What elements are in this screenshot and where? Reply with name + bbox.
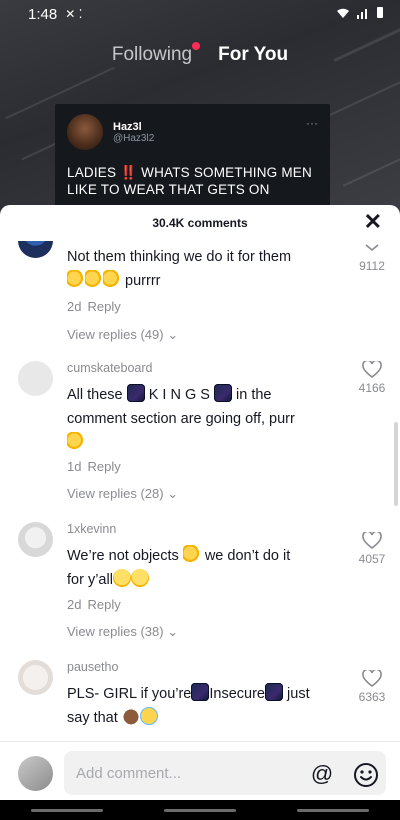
tweet-handle: @Haz3l2 bbox=[113, 132, 155, 144]
like-button[interactable]: 4057 bbox=[354, 532, 390, 566]
avatar[interactable] bbox=[18, 660, 53, 695]
winking-face-emoji-icon bbox=[112, 569, 131, 587]
nav-back-button[interactable] bbox=[297, 808, 370, 812]
avatar[interactable] bbox=[18, 361, 53, 396]
raised-hand-emoji-icon bbox=[121, 707, 140, 725]
heart-icon bbox=[362, 670, 382, 688]
close-button[interactable]: ✕ bbox=[364, 211, 382, 233]
comment-input-bar: Add comment... @ bbox=[0, 741, 400, 800]
heart-icon bbox=[365, 244, 379, 252]
tweet-text: LADIES ‼️ WHATS SOMETHING MEN LIKE TO WE… bbox=[67, 165, 312, 197]
more-icon: ··· bbox=[306, 116, 318, 130]
notification-icon: ✕ ⁚ bbox=[65, 7, 83, 21]
tab-for-you[interactable]: For You bbox=[218, 44, 288, 66]
clap-emoji-icon bbox=[182, 545, 201, 563]
feed-tabs: Following For You bbox=[0, 42, 400, 66]
chevron-down-icon: ⌄ bbox=[167, 327, 179, 342]
wifi-icon bbox=[336, 7, 350, 22]
like-button[interactable]: 4166 bbox=[354, 361, 390, 395]
clap-emoji-icon bbox=[103, 270, 121, 288]
tweet-avatar bbox=[67, 114, 103, 150]
tweet-screenshot: Haz3l @Haz3l2 ··· LADIES ‼️ WHATS SOMETH… bbox=[55, 104, 330, 215]
heart-icon bbox=[362, 532, 382, 550]
avatar bbox=[18, 756, 53, 791]
chevron-down-icon: ⌄ bbox=[167, 486, 179, 501]
comments-list: Not them thinking we do it for them purr… bbox=[0, 241, 400, 741]
like-count: 4166 bbox=[358, 381, 386, 395]
comment-text: All these K I N G S in the comment secti… bbox=[67, 383, 347, 455]
comment-meta: 2d Reply bbox=[67, 299, 121, 314]
reply-button[interactable]: Reply bbox=[87, 597, 120, 612]
clap-emoji-icon bbox=[85, 270, 103, 288]
avatar[interactable] bbox=[18, 241, 53, 258]
avatar[interactable] bbox=[18, 522, 53, 557]
comments-sheet: 30.4K comments ✕ Not them thinking we do… bbox=[0, 205, 400, 800]
space-emoji-icon bbox=[265, 683, 283, 701]
clap-emoji-icon bbox=[67, 270, 85, 288]
reply-button[interactable]: Reply bbox=[87, 459, 120, 474]
like-count: 9112 bbox=[359, 259, 385, 273]
heart-icon bbox=[362, 361, 382, 379]
battery-icon bbox=[376, 6, 384, 22]
space-emoji-icon bbox=[191, 683, 210, 701]
like-count: 6363 bbox=[358, 690, 386, 704]
status-bar: 1:48 ✕ ⁚ bbox=[0, 0, 400, 28]
comments-count: 30.4K comments bbox=[152, 216, 248, 230]
comment-input[interactable]: Add comment... bbox=[64, 751, 386, 795]
nav-home-button[interactable] bbox=[163, 808, 236, 812]
comments-header: 30.4K comments ✕ bbox=[0, 205, 400, 241]
view-replies-button[interactable]: View replies (28) ⌄ bbox=[67, 486, 178, 502]
like-button[interactable]: 6363 bbox=[354, 670, 390, 704]
video-background: 1:48 ✕ ⁚ Following For You Haz3l @Haz3l2 bbox=[0, 0, 400, 215]
tweet-name: Haz3l bbox=[113, 120, 142, 133]
comment-input-placeholder: Add comment... bbox=[76, 764, 182, 782]
new-content-dot bbox=[192, 42, 201, 50]
status-time: 1:48 bbox=[28, 5, 58, 23]
comment-username[interactable]: cumskateboard bbox=[67, 361, 152, 375]
signal-icon bbox=[356, 7, 370, 22]
reply-button[interactable]: Reply bbox=[87, 299, 120, 314]
nav-recents-button[interactable] bbox=[30, 808, 103, 812]
clap-emoji-icon bbox=[67, 432, 85, 450]
smiley-icon bbox=[354, 763, 378, 787]
comment-text: Not them thinking we do it for them purr… bbox=[67, 249, 292, 289]
comment-meta: 1d Reply bbox=[67, 459, 121, 474]
space-emoji-icon bbox=[213, 384, 232, 402]
like-button[interactable]: 9112 bbox=[354, 241, 390, 273]
system-nav-bar bbox=[0, 800, 400, 820]
chevron-down-icon: ⌄ bbox=[167, 624, 179, 639]
scrollbar[interactable] bbox=[394, 422, 398, 506]
view-replies-button[interactable]: View replies (38) ⌄ bbox=[67, 624, 178, 640]
view-replies-button[interactable]: View replies (49) ⌄ bbox=[67, 327, 178, 343]
tongue-face-emoji-icon bbox=[130, 569, 149, 587]
comment-text: We’re not objects we don’t do it for y’a… bbox=[67, 544, 347, 592]
tab-following[interactable]: Following bbox=[112, 42, 201, 66]
comment-username[interactable]: pausetho bbox=[67, 660, 118, 674]
space-emoji-icon bbox=[126, 384, 145, 402]
mention-button[interactable]: @ bbox=[309, 762, 335, 788]
crying-face-emoji-icon bbox=[139, 707, 158, 725]
like-count: 4057 bbox=[358, 552, 386, 566]
comment-meta: 2d Reply bbox=[67, 597, 121, 612]
comment-username[interactable]: 1xkevinn bbox=[67, 522, 116, 536]
emoji-button[interactable] bbox=[353, 762, 379, 788]
comment-text: PLS- GIRL if you’re Insecure just say tha… bbox=[67, 682, 347, 730]
